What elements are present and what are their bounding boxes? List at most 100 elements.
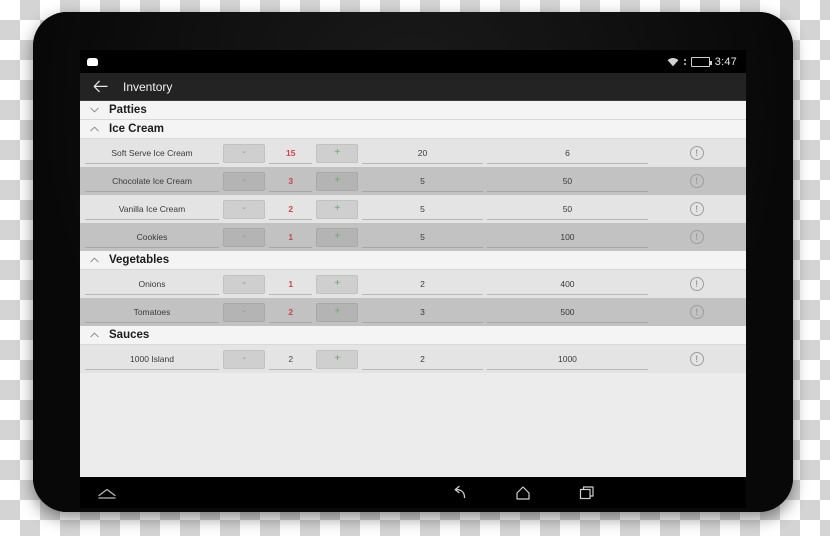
info-icon[interactable]: ! <box>689 202 704 216</box>
decrement-cell: - <box>223 171 266 192</box>
inventory-list[interactable]: Patties Ice Cream Soft Serve Ice Cream -… <box>80 101 746 477</box>
decrement-button[interactable]: - <box>223 274 266 294</box>
section-title: Patties <box>109 104 147 116</box>
section-header-patties[interactable]: Patties <box>80 101 746 120</box>
section-title: Sauces <box>109 329 150 341</box>
increment-button[interactable]: + <box>316 227 359 247</box>
item-quantity: 3 <box>269 171 312 192</box>
item-capacity: 1000 <box>486 349 649 370</box>
notification-icon <box>87 57 98 66</box>
decrement-button[interactable]: - <box>223 143 266 163</box>
increment-button[interactable]: + <box>316 143 359 163</box>
info-icon[interactable]: ! <box>689 174 704 188</box>
wifi-icon <box>667 57 679 67</box>
home-icon[interactable] <box>500 480 546 506</box>
table-row[interactable]: Soft Serve Ice Cream - 15 + 20 6 ! <box>80 139 746 167</box>
table-row[interactable]: Cookies - 1 + 5 100 ! <box>80 223 746 251</box>
info-cell: ! <box>652 274 741 295</box>
decrement-cell: - <box>223 274 266 295</box>
increment-button[interactable]: + <box>316 302 359 322</box>
chevron-down-icon[interactable] <box>89 105 99 115</box>
info-cell: ! <box>652 227 741 248</box>
item-quantity: 1 <box>269 274 312 295</box>
battery-icon <box>690 56 712 67</box>
item-capacity: 100 <box>486 227 649 248</box>
decrement-cell: - <box>223 349 266 370</box>
info-icon[interactable]: ! <box>689 230 704 244</box>
increment-cell: + <box>316 274 359 295</box>
increment-cell: + <box>316 227 359 248</box>
item-quantity: 2 <box>269 349 312 370</box>
item-capacity: 400 <box>486 274 649 295</box>
section-title: Vegetables <box>109 254 170 266</box>
table-row[interactable]: 1000 Island - 2 + 2 1000 ! <box>80 345 746 373</box>
item-name: Soft Serve Ice Cream <box>85 143 219 164</box>
decrement-button[interactable]: - <box>223 171 266 191</box>
decrement-cell: - <box>223 199 266 220</box>
decrement-cell: - <box>223 227 266 248</box>
increment-cell: + <box>316 199 359 220</box>
decrement-button[interactable]: - <box>223 199 266 219</box>
item-capacity: 500 <box>486 302 649 323</box>
increment-button[interactable]: + <box>316 274 359 294</box>
table-row[interactable]: Onions - 1 + 2 400 ! <box>80 270 746 298</box>
decrement-cell: - <box>223 302 266 323</box>
item-name: 1000 Island <box>85 349 219 370</box>
app-bar: Inventory <box>80 73 746 101</box>
item-quantity: 2 <box>269 302 312 323</box>
increment-button[interactable]: + <box>316 171 359 191</box>
table-row[interactable]: Tomatoes - 2 + 3 500 ! <box>80 298 746 326</box>
android-nav-bar <box>80 477 746 508</box>
decrement-button[interactable]: - <box>223 227 266 247</box>
back-arrow-icon[interactable] <box>93 79 108 94</box>
status-bar-right: 3:47 <box>667 56 737 68</box>
increment-button[interactable]: + <box>316 349 359 369</box>
chevron-up-icon[interactable] <box>89 330 99 340</box>
info-icon[interactable]: ! <box>689 146 704 160</box>
item-name: Onions <box>85 274 219 295</box>
status-bar: 3:47 <box>80 50 746 73</box>
info-icon[interactable]: ! <box>689 305 704 319</box>
increment-cell: + <box>316 171 359 192</box>
tablet-device: 3:47 Inventory Patties Ice Cream Soft Se… <box>33 12 793 512</box>
item-capacity: 6 <box>486 143 649 164</box>
section-header-ice-cream[interactable]: Ice Cream <box>80 120 746 139</box>
increment-button[interactable]: + <box>316 199 359 219</box>
decrement-button[interactable]: - <box>223 349 266 369</box>
info-cell: ! <box>652 302 741 323</box>
section-title: Ice Cream <box>109 123 164 135</box>
info-cell: ! <box>652 199 741 220</box>
item-quantity: 1 <box>269 227 312 248</box>
page-title: Inventory <box>123 79 173 94</box>
chevron-up-icon[interactable] <box>89 124 99 134</box>
info-cell: ! <box>652 171 741 192</box>
info-icon[interactable]: ! <box>689 352 704 366</box>
back-icon[interactable] <box>436 480 482 506</box>
item-threshold: 5 <box>362 199 483 220</box>
item-name: Chocolate Ice Cream <box>85 171 219 192</box>
decrement-button[interactable]: - <box>223 302 266 322</box>
item-threshold: 20 <box>362 143 483 164</box>
info-icon[interactable]: ! <box>689 277 704 291</box>
item-name: Vanilla Ice Cream <box>85 199 219 220</box>
table-row[interactable]: Vanilla Ice Cream - 2 + 5 50 ! <box>80 195 746 223</box>
item-threshold: 5 <box>362 227 483 248</box>
device-screen: 3:47 Inventory Patties Ice Cream Soft Se… <box>80 50 746 477</box>
item-quantity: 15 <box>269 143 312 164</box>
item-threshold: 2 <box>362 274 483 295</box>
table-row[interactable]: Chocolate Ice Cream - 3 + 5 50 ! <box>80 167 746 195</box>
status-bar-left <box>87 57 667 66</box>
section-header-sauces[interactable]: Sauces <box>80 326 746 345</box>
recents-icon[interactable] <box>564 480 610 506</box>
item-name: Tomatoes <box>85 302 219 323</box>
item-threshold: 3 <box>362 302 483 323</box>
info-cell: ! <box>652 349 741 370</box>
expand-caret-icon[interactable] <box>96 482 118 504</box>
chevron-up-icon[interactable] <box>89 255 99 265</box>
item-name: Cookies <box>85 227 219 248</box>
section-header-vegetables[interactable]: Vegetables <box>80 251 746 270</box>
info-cell: ! <box>652 143 741 164</box>
increment-cell: + <box>316 143 359 164</box>
item-quantity: 2 <box>269 199 312 220</box>
item-threshold: 5 <box>362 171 483 192</box>
